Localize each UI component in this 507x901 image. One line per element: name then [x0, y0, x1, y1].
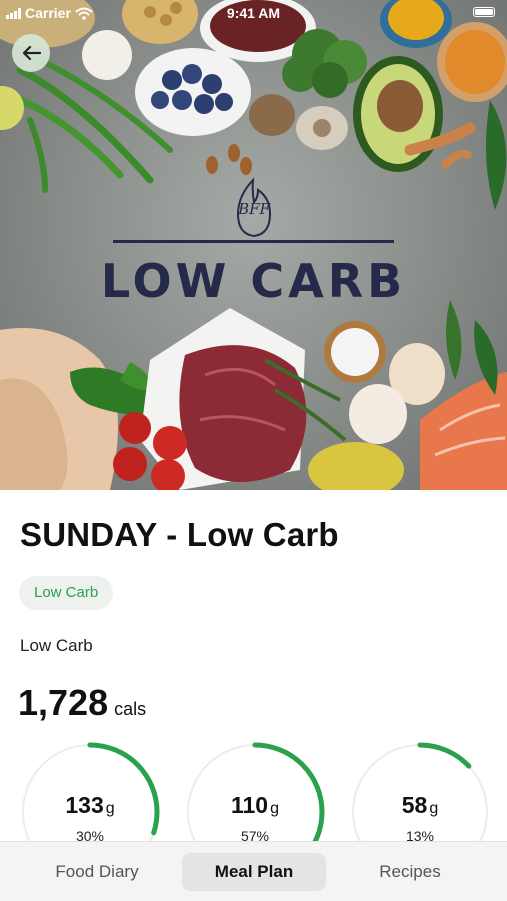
status-bar: Carrier 9:41 AM [0, 0, 507, 26]
status-right [473, 7, 495, 17]
macro-amount-unit: g [270, 800, 279, 817]
brand-logo-text: BFF [238, 200, 270, 218]
back-button[interactable] [12, 34, 50, 72]
macro-amount-value: 58 [401, 792, 428, 818]
status-time: 9:41 AM [226, 5, 281, 21]
macro-amount-unit: g [105, 800, 115, 817]
macro-amount-value: 110 [230, 792, 269, 818]
hero-image: BFF LOW CARB Carrier 9:41 AM [0, 0, 507, 490]
calories-unit: cals [114, 699, 147, 719]
food-illustration [0, 0, 507, 490]
macros-row: 133 g 30% 110 g 57% 58 g 13% [0, 742, 507, 882]
tab-food-diary[interactable]: Food Diary [22, 853, 172, 891]
day-title: SUNDAY - Low Carb [20, 516, 339, 553]
brand-title: LOW CARB [100, 254, 407, 308]
macro-amount-value: 133 [65, 792, 104, 818]
macro-amount: 133 g [20, 792, 160, 819]
tab-bar: Food Diary Meal Plan Recipes [0, 841, 507, 901]
macro-amount: 58 g [350, 792, 490, 819]
battery-icon [473, 7, 495, 17]
macro-amount-unit: g [429, 800, 439, 817]
calories-summary: 1,728 cals [18, 682, 146, 724]
tab-recipes[interactable]: Recipes [335, 853, 485, 891]
diet-tag: Low Carb [19, 576, 114, 610]
macro-amount: 110 g [185, 792, 325, 819]
plan-description: Low Carb [20, 636, 93, 655]
calories-value: 1,728 [18, 682, 109, 723]
back-arrow-icon [22, 45, 41, 61]
tab-meal-plan[interactable]: Meal Plan [182, 853, 326, 891]
